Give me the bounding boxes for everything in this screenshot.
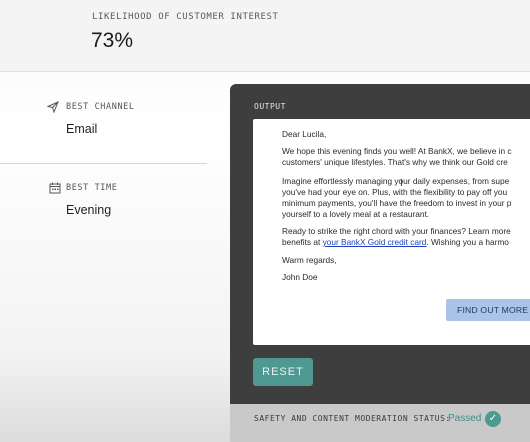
letter-text: benefits at <box>282 237 323 247</box>
letter-greeting: Dear Lucila, <box>282 129 327 139</box>
likelihood-section <box>0 0 530 72</box>
likelihood-label: LIKELIHOOD OF CUSTOMER INTEREST <box>92 12 279 22</box>
letter-paragraph-2-line-2: you've had your eye on. Plus, with the f… <box>282 187 508 197</box>
letter-paragraph-1-line-1: We hope this evening finds you well! At … <box>282 146 512 156</box>
letter-text: . Wishing you a harmo <box>426 237 509 247</box>
best-channel-label: BEST CHANNEL <box>66 102 135 112</box>
calendar-icon <box>49 181 61 194</box>
best-time-label: BEST TIME <box>66 183 118 193</box>
divider <box>0 163 207 164</box>
moderation-status-label: SAFETY AND CONTENT MODERATION STATUS: <box>254 414 451 423</box>
letter-paragraph-2-line-3: minimum payments, you'll have the freedo… <box>282 198 512 208</box>
send-icon <box>46 100 59 114</box>
letter-paragraph-1-line-2: customers' unique lifestyles. That's why… <box>282 157 508 167</box>
best-time-value: Evening <box>66 203 112 217</box>
text-cursor-icon: I <box>400 178 403 189</box>
reset-button[interactable]: RESET <box>253 358 313 386</box>
check-circle-icon: ✓ <box>485 411 501 427</box>
letter-signature: John Doe <box>282 272 318 282</box>
letter-paragraph-3-line-2: benefits at your BankX Gold credit card.… <box>282 237 509 248</box>
moderation-status-bar <box>230 404 530 442</box>
moderation-status-value: Passed <box>448 413 482 424</box>
letter-paragraph-3-line-1: Ready to strike the right chord with you… <box>282 226 511 236</box>
output-label: OUTPUT <box>254 102 286 111</box>
letter-closing: Warm regards, <box>282 255 337 265</box>
letter-paragraph-2-line-4: yourself to a lovely meal at a restauran… <box>282 209 430 219</box>
letter-paragraph-2-line-1: Imagine effortlessly managing your daily… <box>282 176 510 186</box>
find-out-more-button[interactable]: FIND OUT MORE <box>446 299 530 321</box>
gold-card-link[interactable]: your BankX Gold credit card <box>323 237 427 247</box>
best-channel-value: Email <box>66 122 98 136</box>
likelihood-value: 73% <box>91 29 134 52</box>
